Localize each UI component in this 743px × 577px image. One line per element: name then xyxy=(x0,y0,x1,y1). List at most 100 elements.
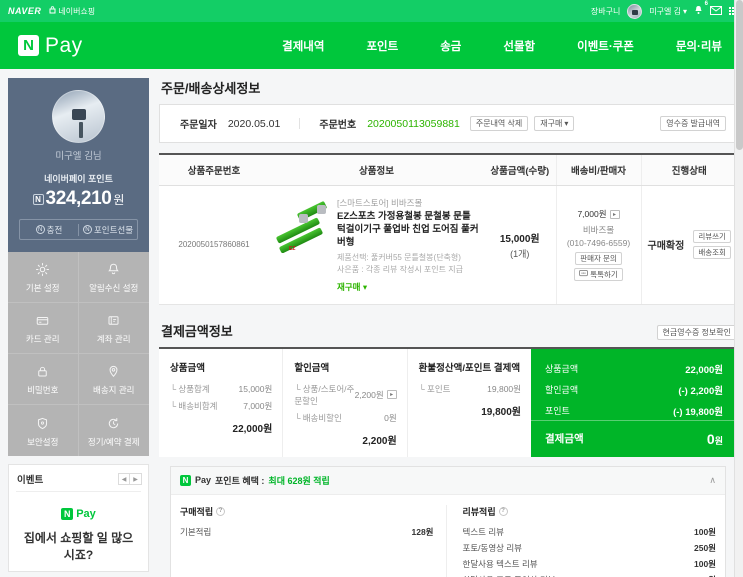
nav-item-events-coupons[interactable]: 이벤트·쿠폰 xyxy=(556,38,655,54)
product-name[interactable]: EZ스포츠 가정용철봉 문철봉 문틀 턱걸이기구 풀업바 친업 도어짐 풀커버형 xyxy=(337,211,480,249)
product-store-name[interactable]: [스마트스토어] 비바즈몰 xyxy=(337,197,480,209)
bar-cap-shape-2 xyxy=(317,205,326,214)
gift-n-icon: N xyxy=(82,225,92,234)
payment-line-key: └ 배송비할인 xyxy=(294,412,342,423)
point-benefit-panel: N Pay 포인트 혜택 : 최대 628원 적립 ∧ 구매적립 ? 기본적립 xyxy=(170,465,726,577)
seller-inquiry-button[interactable]: 판매자 문의 xyxy=(575,252,622,266)
nav-item-points[interactable]: 포인트 xyxy=(345,38,419,54)
shipping-detail-icon[interactable]: ▸ xyxy=(609,209,620,219)
seller-action-group: 판매자 문의 톡톡하기 xyxy=(561,252,637,282)
product-thumbnail[interactable]: EZ xyxy=(273,197,329,253)
nav-item-giftbox[interactable]: 선물함 xyxy=(482,38,556,54)
col-header-status: 진행상태 xyxy=(640,153,737,186)
payment-line-value: 2,200원 xyxy=(354,389,384,400)
nav-item-inquiry-reviews[interactable]: 문의·리뷰 xyxy=(655,38,743,54)
mail-icon[interactable] xyxy=(710,5,722,17)
payment-line: └ 상품합계 15,000원 xyxy=(170,383,272,395)
seller-name[interactable]: 비바즈몰 xyxy=(561,224,637,236)
page-scrollbar[interactable] xyxy=(734,0,743,577)
naver-pay-logo[interactable]: N Pay xyxy=(18,34,83,58)
shopping-bag-icon xyxy=(49,6,56,16)
product-option: 제품선택: 풀커버55 문틀철봉(단축형) xyxy=(337,253,461,263)
talk-button[interactable]: 톡톡하기 xyxy=(574,268,623,282)
rebuy-label: 재구매 xyxy=(540,119,563,128)
sidebar-item-basic-settings[interactable]: 기본 설정 xyxy=(8,252,79,303)
talk-label: 톡톡하기 xyxy=(590,270,618,280)
benefit-row-value: 100원 xyxy=(693,526,716,537)
notification-bell[interactable]: 6 xyxy=(694,1,708,17)
point-n-icon: N xyxy=(32,193,44,205)
carousel-prev-icon[interactable]: ◀ xyxy=(118,473,130,485)
delete-order-button[interactable]: 주문내역 삭제 xyxy=(469,116,529,131)
clock-refresh-icon xyxy=(104,414,123,433)
cell-shipping-seller: 7,000원 ▸ 비바즈몰 (010-7496-6559) 판매자 문의 톡톡하… xyxy=(555,185,641,305)
final-amount-label: 결제금액 xyxy=(545,433,584,446)
table-row: 2020050157860861 EZ [스마트스토어] 비바즈몰 EZ스포츠 … xyxy=(159,185,737,305)
event-banner[interactable]: N Pay 집에서 쇼핑할 일 많으시죠? xyxy=(16,491,141,571)
payment-col-title-product: 상품금액 xyxy=(170,362,205,374)
cash-receipt-info-button[interactable]: 현금영수증 정보확인 xyxy=(656,324,737,340)
cart-link[interactable]: 장바구니 xyxy=(591,6,620,17)
chevron-up-icon[interactable]: ∧ xyxy=(709,475,716,486)
help-icon[interactable]: ? xyxy=(216,506,226,516)
receipt-history-button[interactable]: 영수증 발급내역 xyxy=(660,116,726,131)
track-shipment-button[interactable]: 배송조회 xyxy=(693,246,731,260)
payment-line: └ 포인트 19,800원 xyxy=(419,383,521,395)
payment-line-value: 15,000원 xyxy=(238,383,273,394)
benefit-row: 포토/동영상 리뷰 250원 xyxy=(463,542,717,554)
nav-item-transfer[interactable]: 송금 xyxy=(419,38,482,54)
payment-grid: 상품금액 └ 상품합계 15,000원 └ 배송비합계 7,000원 22,00… xyxy=(159,346,737,457)
order-number-label: 주문번호 xyxy=(319,120,357,131)
naver-logo[interactable]: NAVER xyxy=(8,6,41,16)
pay-main-nav: 결제내역 포인트 송금 선물함 이벤트·쿠폰 문의·리뷰 xyxy=(261,38,743,54)
sidebar-item-notification-settings[interactable]: 알림수신 설정 xyxy=(78,252,149,303)
help-icon[interactable]: ? xyxy=(498,506,508,516)
write-review-button[interactable]: 리뷰쓰기 xyxy=(693,230,731,244)
avatar[interactable] xyxy=(627,3,643,19)
col-header-product-order-no: 상품주문번호 xyxy=(159,153,269,186)
sidebar-item-recurring-payment[interactable]: 정기/예약 결제 xyxy=(79,405,150,456)
user-name-label: 미구엘 김 xyxy=(649,6,681,16)
charge-button[interactable]: N 충전 xyxy=(20,224,78,236)
payment-line-key: └ 상품합계 xyxy=(170,383,210,394)
chevron-down-icon: ▾ xyxy=(682,6,687,16)
discount-detail-icon[interactable]: ▸ xyxy=(386,390,397,400)
benefit-row-key: 한달사용 포토/동영상 리뷰 xyxy=(463,574,694,577)
rebuy-dropdown-button[interactable]: 재구매 ▾ xyxy=(534,116,575,131)
benefit-row-value: 250원 xyxy=(694,574,716,577)
sidebar-item-card-management[interactable]: 카드 관리 xyxy=(8,303,79,354)
naver-shopping-link[interactable]: 네이버쇼핑 xyxy=(49,6,95,17)
benefit-pay-mark: N xyxy=(180,474,191,486)
carousel-next-icon[interactable]: ▶ xyxy=(130,473,142,485)
ez-brand-mark: EZ xyxy=(289,246,296,252)
benefit-row-key: 포토/동영상 리뷰 xyxy=(462,542,522,553)
product-rebuy-link[interactable]: 재구매 ▾ xyxy=(337,281,480,293)
final-amount-unit: 원 xyxy=(714,435,723,446)
benefit-highlight: 최대 628원 적립 xyxy=(268,475,330,486)
sidebar-item-account-management[interactable]: 계좌 관리 xyxy=(78,303,149,354)
profile-avatar[interactable] xyxy=(52,90,105,143)
payment-col-title-discount: 할인금액 xyxy=(294,362,330,374)
point-benefit-header[interactable]: N Pay 포인트 혜택 : 최대 628원 적립 ∧ xyxy=(171,466,725,495)
final-amount-value: 0원 xyxy=(707,431,723,447)
summary-line-key: 상품금액 xyxy=(545,363,579,374)
review-accrual-column: 리뷰적립 ? 텍스트 리뷰 100원 포토/동영상 리뷰 250원 한달사용 텍… xyxy=(445,504,717,577)
user-menu[interactable]: 미구엘 김 ▾ xyxy=(649,6,687,17)
nav-item-payments[interactable]: 결제내역 xyxy=(261,38,345,54)
notification-count-badge: 6 xyxy=(704,1,708,7)
point-gift-button[interactable]: N 포인트선물 xyxy=(78,223,137,236)
event-panel-header: 이벤트 ◀ ▶ xyxy=(9,465,148,491)
sidebar-label-shipping-address: 배송지 관리 xyxy=(93,385,135,395)
status-badge: 구매확정 xyxy=(647,241,685,253)
point-amount: 324,210 xyxy=(45,188,112,209)
sidebar-item-security-settings[interactable]: 보안설정 xyxy=(8,405,79,456)
sidebar-item-password[interactable]: 비밀번호 xyxy=(8,354,79,405)
scrollbar-thumb[interactable] xyxy=(736,0,743,150)
sidebar-item-shipping-address[interactable]: 배송지 관리 xyxy=(78,354,149,405)
seller-phone: (010-7496-6559) xyxy=(566,238,631,249)
payment-col-total-refund: 19,800원 xyxy=(481,406,521,418)
payment-col-total-discount: 2,200원 xyxy=(362,435,397,447)
benefit-row: 기본적립 128원 xyxy=(180,526,434,538)
order-items-table: 상품주문번호 상품정보 상품금액(수량) 배송비/판매자 진행상태 202005… xyxy=(159,153,737,305)
payment-col-product-amount: 상품금액 └ 상품합계 15,000원 └ 배송비합계 7,000원 22,00… xyxy=(159,348,284,457)
